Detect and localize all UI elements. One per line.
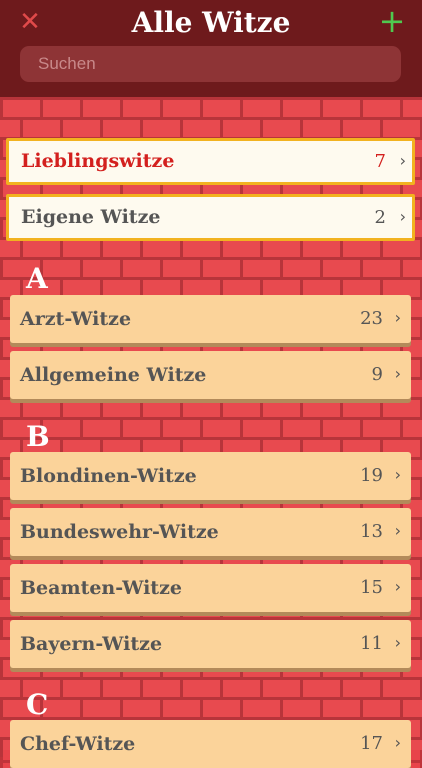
search-input[interactable] (20, 46, 401, 82)
favorites-row[interactable]: Lieblingswitze 7 › (6, 138, 415, 185)
chevron-right-icon: › (394, 465, 401, 484)
nav-header: ✕ Alle Witze + (0, 0, 422, 97)
row-count: 9 (371, 364, 383, 385)
row-count: 11 (360, 633, 383, 654)
section-header-b: B (26, 420, 50, 453)
brick-row (0, 400, 422, 417)
row-count: 15 (360, 577, 383, 598)
row-count: 23 (360, 308, 383, 329)
row-label: Allgemeine Witze (20, 364, 207, 386)
category-row[interactable]: Chef-Witze 17 › (10, 720, 411, 768)
category-row[interactable]: Beamten-Witze 15 › (10, 564, 411, 612)
row-count: 2 (374, 207, 386, 228)
row-label: Blondinen-Witze (20, 465, 197, 487)
page-title: Alle Witze (131, 6, 291, 39)
row-label: Chef-Witze (20, 733, 136, 755)
chevron-right-icon: › (394, 364, 401, 383)
category-row[interactable]: Arzt-Witze 23 › (10, 295, 411, 343)
chevron-right-icon: › (394, 521, 401, 540)
chevron-right-icon: › (394, 633, 401, 652)
brick-row (0, 240, 422, 257)
chevron-right-icon: › (394, 733, 401, 752)
plus-icon[interactable]: + (378, 5, 406, 37)
row-label: Beamten-Witze (20, 577, 182, 599)
row-count: 7 (374, 151, 386, 172)
brick-row (0, 120, 422, 137)
row-count: 19 (360, 465, 383, 486)
category-row[interactable]: Allgemeine Witze 9 › (10, 351, 411, 399)
section-header-a: A (26, 262, 48, 295)
row-count: 13 (360, 521, 383, 542)
row-label: Eigene Witze (21, 206, 161, 228)
row-label: Arzt-Witze (20, 308, 132, 330)
row-count: 17 (360, 733, 383, 754)
chevron-right-icon: › (394, 577, 401, 596)
brick-row (0, 100, 422, 117)
brick-row (0, 420, 422, 437)
row-label: Bayern-Witze (20, 633, 163, 655)
chevron-right-icon: › (399, 151, 406, 170)
brick-row (0, 700, 422, 717)
brick-row (0, 260, 422, 277)
brick-row (0, 680, 422, 697)
category-row[interactable]: Blondinen-Witze 19 › (10, 452, 411, 500)
row-label: Bundeswehr-Witze (20, 521, 219, 543)
chevron-right-icon: › (399, 207, 406, 226)
own-jokes-row[interactable]: Eigene Witze 2 › (6, 194, 415, 241)
row-label: Lieblingswitze (21, 150, 175, 172)
chevron-right-icon: › (394, 308, 401, 327)
section-header-c: C (26, 688, 49, 721)
category-row[interactable]: Bayern-Witze 11 › (10, 620, 411, 668)
category-row[interactable]: Bundeswehr-Witze 13 › (10, 508, 411, 556)
